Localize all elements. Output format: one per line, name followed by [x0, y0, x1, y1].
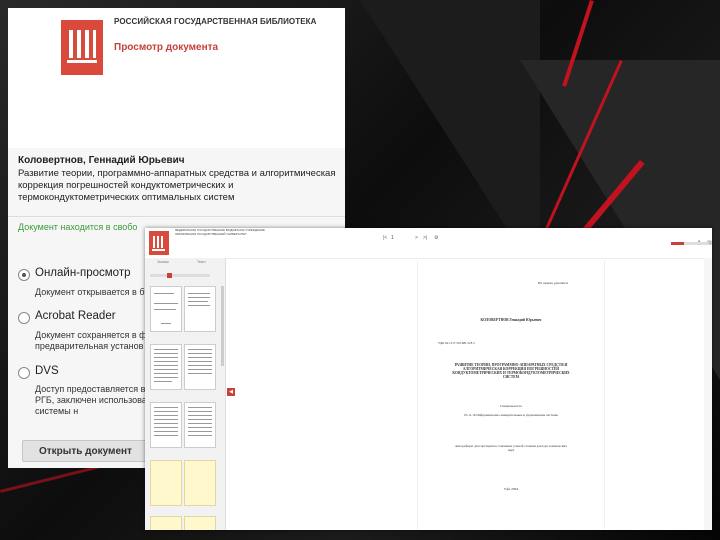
tools-icon[interactable]: ⚙	[434, 235, 438, 241]
rsl-logo-icon	[61, 20, 103, 75]
page-scrollbar[interactable]	[704, 258, 712, 530]
page-author: КОЛОВЕРТНОВ Геннадий Юрьевич	[480, 318, 542, 322]
page-thumbnail[interactable]	[184, 402, 216, 448]
page-thumbnail[interactable]	[184, 286, 216, 332]
zoom-slider-fill	[671, 242, 685, 245]
viewer-header: ФЕДЕРАЛЬНОЕ ГОСУДАРСТВЕННОЕ БЮДЖЕТНОЕ УЧ…	[145, 228, 265, 258]
page-specialty-label: Специальность	[499, 404, 523, 408]
radio-online-view[interactable]	[18, 269, 30, 281]
dialog-title: Просмотр документа	[114, 42, 219, 53]
page-specialty: 05.11.16 Информационно-измерительные и у…	[464, 413, 558, 417]
page-header-right: На правах рукописи	[538, 281, 568, 285]
document-page: На правах рукописи КОЛОВЕРТНОВ Геннадий …	[417, 261, 605, 529]
dialog-header: РОССИЙСКАЯ ГОСУДАРСТВЕННАЯ БИБЛИОТЕКА Пр…	[8, 8, 345, 148]
thumbnail-size-slider[interactable]	[150, 274, 210, 277]
radio-dvs[interactable]	[18, 367, 30, 379]
option-label: Acrobat Reader	[35, 310, 116, 322]
page-udc: УДК 621.317.332:681.518.3	[438, 341, 475, 345]
radio-acrobat-reader[interactable]	[18, 312, 30, 324]
sidebar-scrollbar[interactable]	[221, 286, 224, 366]
next-page-icon[interactable]: >	[415, 235, 418, 241]
org-name: РОССИЙСКАЯ ГОСУДАРСТВЕННАЯ БИБЛИОТЕКА	[114, 17, 317, 26]
last-page-icon[interactable]: >|	[423, 235, 427, 241]
page-thumbnail[interactable]	[150, 402, 182, 448]
page-thumbnail[interactable]	[150, 460, 182, 506]
page-title: РАЗВИТИЕ ТЕОРИИ, ПРОГРАММНО-АППАРАТНЫХ С…	[452, 363, 570, 379]
open-document-button[interactable]: Открыть документ	[22, 440, 157, 462]
previous-page-arrow-icon[interactable]: ◀	[227, 388, 235, 396]
page-degree: Автореферат диссертации на соискание уче…	[454, 444, 568, 452]
page-thumbnail[interactable]	[150, 344, 182, 390]
page-number[interactable]: 1	[391, 235, 394, 241]
viewer-toolbar: |< 1 > >| ⚙ ⬇ ▤ ⓘ ↻ ⊕	[225, 228, 712, 259]
page-city-year: Уфа 2004	[503, 487, 519, 491]
document-viewer: ФЕДЕРАЛЬНОЕ ГОСУДАРСТВЕННОЕ БЮДЖЕТНОЕ УЧ…	[145, 228, 712, 530]
page-thumbnail[interactable]	[150, 286, 182, 332]
slider-handle[interactable]	[167, 273, 172, 278]
page-thumbnail[interactable]	[184, 344, 216, 390]
page-thumbnail[interactable]	[150, 516, 182, 530]
divider	[8, 216, 345, 217]
page-thumbnail[interactable]	[184, 460, 216, 506]
first-page-icon[interactable]: |<	[383, 235, 387, 241]
document-title: Развитие теории, программно-аппаратных с…	[18, 168, 336, 203]
availability-notice: Документ находится в свобо	[18, 222, 138, 232]
tab-thumbnails[interactable]: Эскизы	[157, 260, 169, 264]
thumbnail-sidebar: Эскизы Текст	[145, 258, 226, 530]
option-label: DVS	[35, 365, 59, 377]
zoom-slider[interactable]	[671, 242, 709, 245]
page-thumbnail[interactable]	[184, 516, 216, 530]
rsl-logo-icon	[149, 231, 169, 255]
tab-text[interactable]: Текст	[197, 260, 206, 264]
option-label: Онлайн-просмотр	[35, 267, 131, 279]
document-author: Коловертнов, Геннадий Юрьевич	[18, 155, 185, 166]
